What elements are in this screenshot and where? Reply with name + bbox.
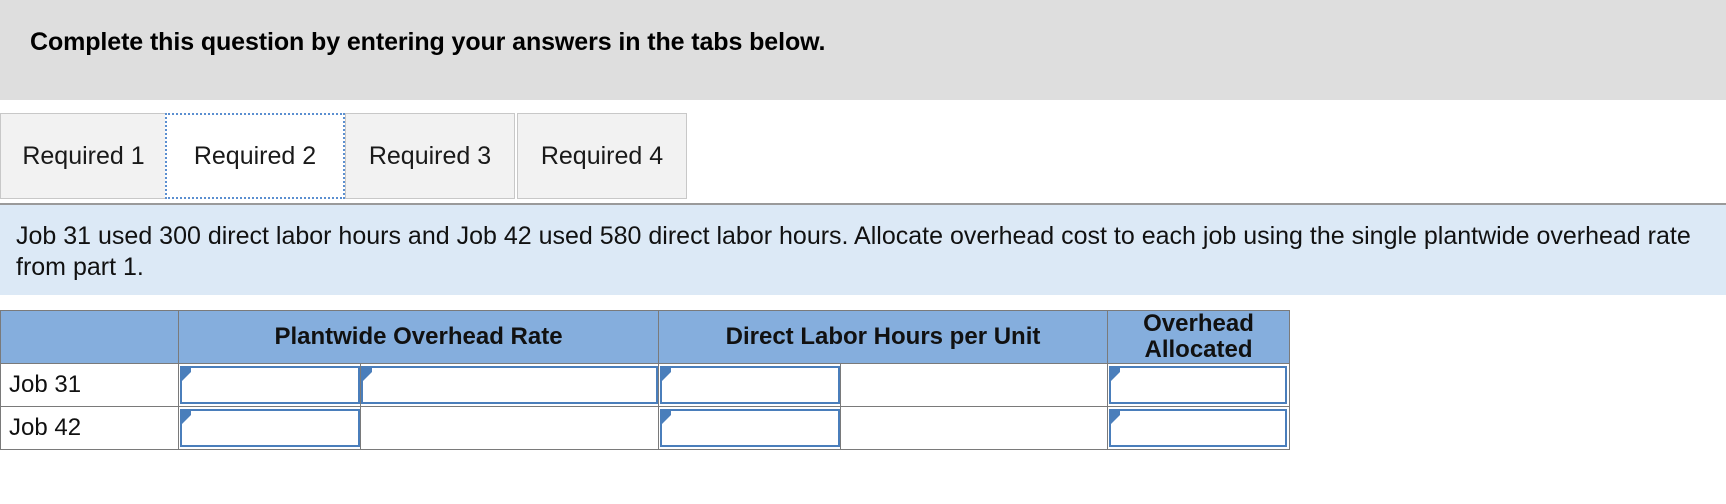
cell-wrap <box>659 364 840 406</box>
input-job31-overhead-allocated[interactable] <box>1109 366 1287 404</box>
header-plantwide-overhead-rate: Plantwide Overhead Rate <box>178 310 659 364</box>
question-prompt-panel: Job 31 used 300 direct labor hours and J… <box>0 203 1726 295</box>
header-direct-labor-hours-per-unit: Direct Labor Hours per Unit <box>658 310 1108 364</box>
input-job42-rate-a-field[interactable] <box>182 411 358 445</box>
answer-table: Plantwide Overhead Rate Direct Labor Hou… <box>0 310 1290 450</box>
header-overhead-allocated: Overhead Allocated <box>1107 310 1290 364</box>
banner-title: Complete this question by entering your … <box>30 28 826 56</box>
input-job31-hours-a-field[interactable] <box>662 368 838 402</box>
input-job42-overhead-allocated-field[interactable] <box>1111 411 1285 445</box>
input-job31-rate-a[interactable] <box>180 366 360 404</box>
cell-wrap <box>361 364 658 406</box>
cell-job31-hours-a <box>658 363 841 407</box>
cell-job31-hours-b <box>840 363 1108 407</box>
tab-required-2-label: Required 2 <box>193 141 317 170</box>
instruction-banner: Complete this question by entering your … <box>0 0 1726 100</box>
cell-job31-rate-b <box>360 363 659 407</box>
table-header-row: Plantwide Overhead Rate Direct Labor Hou… <box>0 310 1290 364</box>
input-job42-overhead-allocated[interactable] <box>1109 409 1287 447</box>
tab-required-4[interactable]: Required 4 <box>517 113 687 199</box>
tab-required-1[interactable]: Required 1 <box>0 113 167 199</box>
question-page: Complete this question by entering your … <box>0 0 1726 504</box>
header-blank <box>0 310 179 364</box>
input-job31-hours-a[interactable] <box>660 366 840 404</box>
cell-job31-allocated <box>1107 363 1290 407</box>
cell-wrap <box>179 364 360 406</box>
input-job31-rate-a-field[interactable] <box>182 368 358 402</box>
input-job31-rate-b-field[interactable] <box>363 368 656 402</box>
row-label-job-31: Job 31 <box>0 363 179 407</box>
cell-wrap <box>659 407 840 449</box>
cell-job42-hours-a <box>658 406 841 450</box>
input-job31-rate-b[interactable] <box>361 366 658 404</box>
tab-required-3[interactable]: Required 3 <box>345 113 515 199</box>
cell-job42-rate-b <box>360 406 659 450</box>
row-label-job-42: Job 42 <box>0 406 179 450</box>
input-job42-rate-a[interactable] <box>180 409 360 447</box>
input-job42-hours-a[interactable] <box>660 409 840 447</box>
tab-required-4-label: Required 4 <box>540 141 664 170</box>
cell-wrap <box>1108 407 1289 449</box>
tab-required-3-label: Required 3 <box>368 141 492 170</box>
cell-wrap <box>179 407 360 449</box>
cell-wrap <box>1108 364 1289 406</box>
cell-job42-rate-a <box>178 406 361 450</box>
tab-required-1-label: Required 1 <box>22 141 145 170</box>
question-prompt-text: Job 31 used 300 direct labor hours and J… <box>16 222 1691 281</box>
cell-job42-allocated <box>1107 406 1290 450</box>
tab-strip: Required 1 Required 2 Required 3 Require… <box>0 100 1726 203</box>
input-job31-overhead-allocated-field[interactable] <box>1111 368 1285 402</box>
cell-job42-hours-b <box>840 406 1108 450</box>
table-row: Job 31 <box>0 363 1290 407</box>
table-row: Job 42 <box>0 406 1290 450</box>
cell-job31-rate-a <box>178 363 361 407</box>
tab-required-2[interactable]: Required 2 <box>165 113 345 199</box>
input-job42-hours-a-field[interactable] <box>662 411 838 445</box>
